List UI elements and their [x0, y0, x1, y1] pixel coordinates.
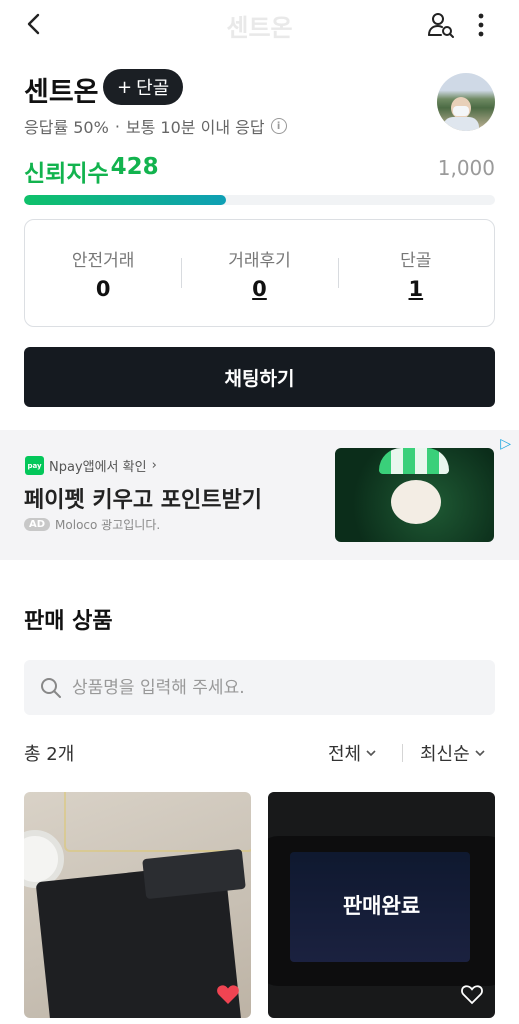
trust-progress-bar — [24, 195, 495, 205]
product-search-input[interactable] — [72, 677, 472, 698]
ad-choices-icon[interactable]: ▷ — [500, 436, 511, 452]
response-rate: 응답률 50% — [24, 118, 109, 137]
divider — [402, 744, 403, 762]
stat-regulars[interactable]: 단골 1 — [337, 246, 494, 301]
trust-score: 신뢰지수 428 — [24, 154, 159, 188]
ad-sponsor: AD Moloco 광고입니다. — [24, 516, 160, 533]
stat-value: 0 — [95, 276, 111, 301]
chat-button[interactable]: 채팅하기 — [24, 347, 495, 407]
plus-icon: + — [117, 76, 133, 98]
heart-filled-icon — [217, 985, 239, 1004]
stat-label: 단골 — [400, 250, 432, 271]
parachute-graphic — [379, 448, 449, 474]
profile-name: 센트온 — [24, 77, 99, 108]
product-search-box[interactable] — [24, 660, 495, 715]
filter-label: 전체 — [328, 744, 362, 765]
product-image-part — [64, 792, 251, 852]
ad-banner[interactable]: pay Npay앱에서 확인 › 페이펫 키우고 포인트받기 AD Moloco… — [0, 430, 519, 560]
ad-source-label: Npay앱에서 확인 — [49, 460, 147, 475]
ad-source[interactable]: pay Npay앱에서 확인 › — [25, 456, 157, 475]
response-stats: 응답률 50% · 보통 10분 이내 응답 i — [24, 114, 287, 138]
product-card[interactable]: 판매완료 — [268, 792, 495, 1018]
ad-title[interactable]: 페이펫 키우고 포인트받기 — [24, 482, 262, 514]
chevron-right-icon: › — [151, 458, 157, 473]
trust-progress-fill — [24, 195, 226, 205]
trust-max: 1,000 — [437, 156, 495, 180]
npay-icon: pay — [25, 456, 44, 475]
chevron-down-icon — [366, 750, 376, 757]
ad-sponsor-label: Moloco 광고입니다. — [55, 518, 161, 532]
product-card[interactable] — [24, 792, 251, 1018]
chevron-down-icon — [475, 750, 485, 757]
more-options-button[interactable] — [466, 8, 496, 42]
filter-dropdown[interactable]: 전체 — [328, 740, 377, 766]
like-button[interactable] — [215, 982, 241, 1006]
regular-button-label: 단골 — [136, 78, 170, 99]
search-icon — [41, 677, 61, 698]
sold-out-label: 판매완료 — [342, 894, 421, 918]
sort-dropdown[interactable]: 최신순 — [420, 740, 486, 766]
stat-label: 거래후기 — [228, 250, 291, 271]
heart-outline-icon — [461, 985, 483, 1005]
like-button[interactable] — [459, 982, 485, 1006]
sort-label: 최신순 — [420, 744, 470, 765]
trust-value: 428 — [110, 154, 159, 180]
separator-dot: · — [114, 116, 120, 136]
stat-value[interactable]: 1 — [338, 277, 494, 301]
product-count: 총 2개 — [24, 744, 75, 765]
ad-image[interactable] — [335, 448, 494, 542]
profile-search-button[interactable] — [424, 8, 458, 42]
response-time: 보통 10분 이내 응답 — [125, 118, 265, 137]
avatar-body — [443, 117, 479, 131]
more-vertical-icon — [478, 13, 484, 37]
stat-reviews[interactable]: 거래후기 0 — [181, 246, 337, 301]
product-image-part — [142, 848, 246, 900]
stat-value[interactable]: 0 — [181, 277, 337, 301]
stat-label: 안전거래 — [71, 250, 135, 271]
stat-safe-trade: 안전거래 0 — [25, 246, 181, 301]
mascot-graphic — [391, 480, 441, 524]
info-icon[interactable]: i — [270, 118, 287, 134]
avatar-mask — [453, 106, 469, 116]
add-regular-button[interactable]: + 단골 — [103, 69, 184, 105]
ad-tag: AD — [24, 518, 51, 531]
top-bar: 센트온 — [0, 0, 519, 48]
section-title: 판매 상품 — [24, 609, 113, 634]
trade-stats-box: 안전거래 0 거래후기 0 단골 1 — [24, 219, 495, 327]
avatar[interactable] — [437, 73, 495, 131]
user-search-icon — [428, 13, 454, 38]
trust-label: 신뢰지수 — [24, 161, 109, 187]
